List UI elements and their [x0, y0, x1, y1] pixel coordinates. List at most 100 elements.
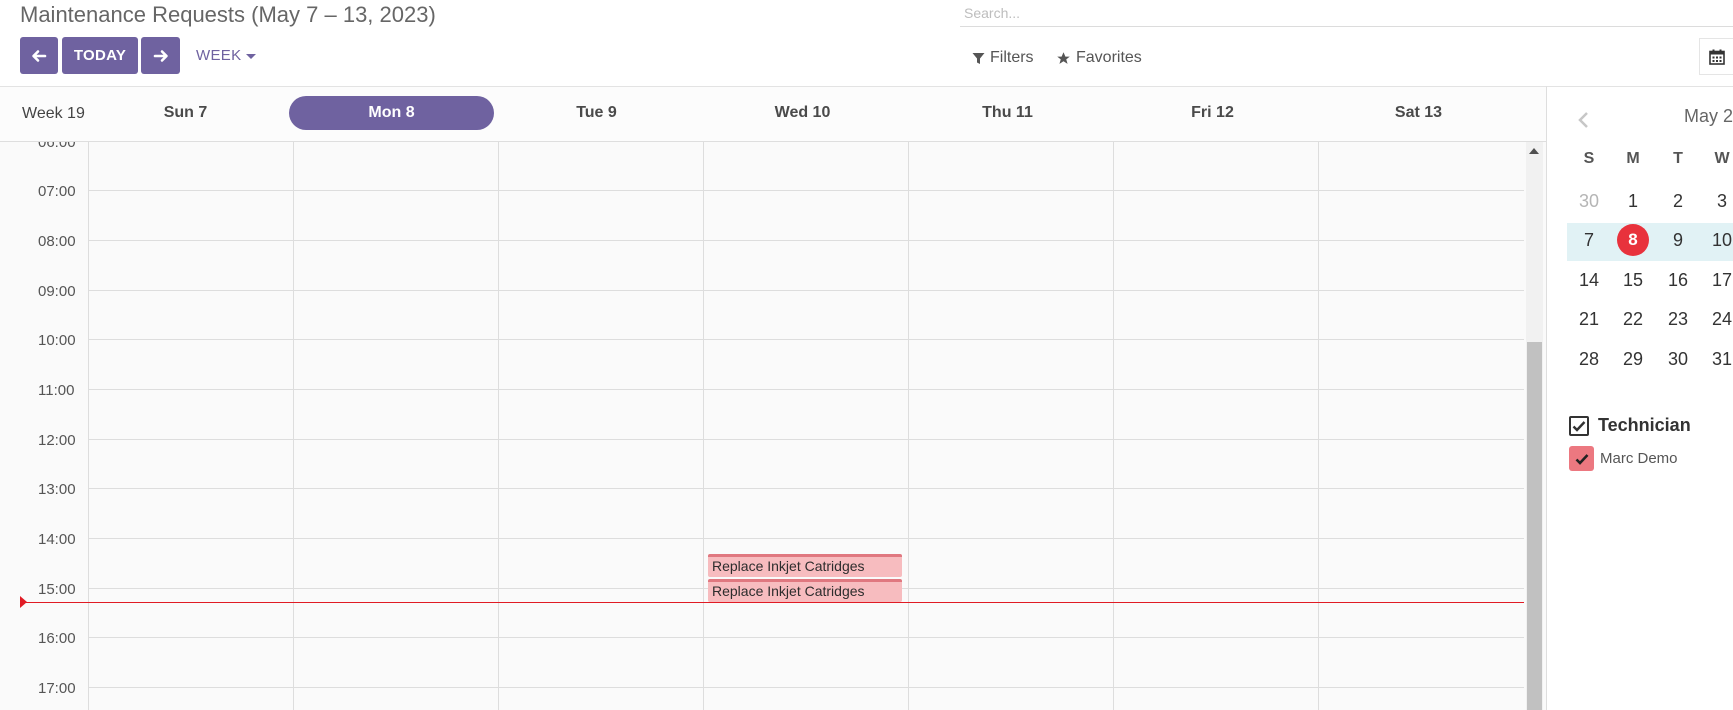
- filters-label: Filters: [990, 49, 1034, 66]
- mini-calendar-day[interactable]: 2: [1658, 191, 1698, 212]
- mini-calendar-day[interactable]: 17: [1702, 270, 1733, 291]
- chevron-left-icon: [1578, 112, 1588, 128]
- today-button[interactable]: TODAY: [62, 37, 138, 74]
- filter-icon: [972, 52, 985, 64]
- mini-calendar-day[interactable]: 29: [1613, 349, 1653, 370]
- caret-down-icon: [246, 53, 257, 59]
- hour-line: [88, 389, 1524, 390]
- day-column-divider: [1318, 142, 1319, 710]
- technician-filter-item[interactable]: Marc Demo: [1569, 446, 1678, 471]
- week-calendar: Week 19 Sun 7 Mon 8 Tue 9 Wed 10 Thu 11 …: [0, 86, 1546, 710]
- technician-name: Marc Demo: [1600, 450, 1678, 467]
- day-header[interactable]: Fri 12: [1110, 96, 1315, 130]
- hour-line: [88, 637, 1524, 638]
- mini-calendar-day[interactable]: 1: [1613, 191, 1653, 212]
- weekday-label: T: [1673, 150, 1683, 167]
- filters-button[interactable]: Filters: [972, 49, 1034, 67]
- hour-label: 06:00: [38, 142, 76, 151]
- mini-calendar-day[interactable]: 31: [1702, 349, 1733, 370]
- hour-label: 09:00: [38, 283, 76, 300]
- hour-line: [88, 240, 1524, 241]
- mini-calendar-day[interactable]: 16: [1658, 270, 1698, 291]
- page-title: Maintenance Requests (May 7 – 13, 2023): [20, 2, 436, 27]
- hour-label: 17:00: [38, 680, 76, 697]
- day-header[interactable]: Wed 10: [700, 96, 905, 130]
- calendar-view-button[interactable]: [1699, 38, 1733, 75]
- hour-line: [88, 488, 1524, 489]
- day-column-divider: [703, 142, 704, 710]
- hour-label: 08:00: [38, 233, 76, 250]
- mini-calendar-day[interactable]: 23: [1658, 309, 1698, 330]
- weekday-label: W: [1714, 150, 1730, 167]
- day-header[interactable]: Tue 9: [494, 96, 699, 130]
- mini-calendar-day[interactable]: 9: [1658, 230, 1698, 251]
- scale-label: WEEK: [196, 47, 242, 64]
- mini-calendar-day[interactable]: 28: [1569, 349, 1609, 370]
- mini-calendar-day[interactable]: 14: [1569, 270, 1609, 291]
- mini-calendar-day[interactable]: 3: [1702, 191, 1733, 212]
- hour-label: 13:00: [38, 481, 76, 498]
- mini-calendar-day[interactable]: 24: [1702, 309, 1733, 330]
- calendar-icon: [1708, 49, 1725, 65]
- mini-calendar-day[interactable]: 30: [1569, 191, 1609, 212]
- hour-label: 16:00: [38, 630, 76, 647]
- scrollbar[interactable]: [1526, 142, 1543, 710]
- mini-calendar-day[interactable]: 22: [1613, 309, 1653, 330]
- day-column-divider: [293, 142, 294, 710]
- time-grid[interactable]: 06:00 07:00 08:00 09:00 10:00 11:00 12:0…: [0, 142, 1546, 710]
- hour-label: 14:00: [38, 531, 76, 548]
- mini-calendar-selected-day[interactable]: 8: [1617, 224, 1649, 256]
- hour-label: 11:00: [38, 382, 75, 399]
- technician-group-label: Technician: [1598, 415, 1691, 435]
- mini-calendar-day[interactable]: 7: [1569, 230, 1609, 251]
- next-button[interactable]: [141, 37, 180, 74]
- hour-label: 12:00: [38, 432, 76, 449]
- day-column-divider: [88, 142, 89, 710]
- calendar-header: Week 19 Sun 7 Mon 8 Tue 9 Wed 10 Thu 11 …: [0, 86, 1546, 142]
- current-time-line: [26, 602, 1524, 603]
- arrow-left-icon: [32, 49, 47, 62]
- star-icon: [1057, 51, 1070, 64]
- calendar-event[interactable]: Replace Inkjet Catridges: [708, 579, 902, 602]
- day-header[interactable]: Sun 7: [83, 96, 288, 130]
- mini-calendar-prev-button[interactable]: [1577, 111, 1589, 134]
- current-time-marker-icon: [20, 596, 27, 608]
- search-input[interactable]: [960, 0, 1733, 27]
- scale-dropdown[interactable]: WEEK: [196, 47, 257, 64]
- hour-line: [88, 190, 1524, 191]
- day-header[interactable]: Thu 11: [905, 96, 1110, 130]
- mini-calendar-day[interactable]: 21: [1569, 309, 1609, 330]
- weekday-label: M: [1626, 150, 1640, 167]
- mini-calendar-day[interactable]: 10: [1702, 230, 1733, 251]
- scroll-up-arrow-icon[interactable]: [1529, 148, 1539, 154]
- hour-line: [88, 538, 1524, 539]
- favorites-label: Favorites: [1076, 49, 1142, 66]
- hour-line: [88, 290, 1524, 291]
- mini-calendar-day[interactable]: 30: [1658, 349, 1698, 370]
- mini-calendar-title: May 2: [1684, 106, 1733, 126]
- day-column-divider: [908, 142, 909, 710]
- hour-line: [88, 687, 1524, 688]
- technician-group-checkbox[interactable]: [1569, 415, 1589, 436]
- technician-filter-group[interactable]: Technician: [1569, 415, 1691, 436]
- scrollbar-thumb[interactable]: [1527, 342, 1542, 710]
- day-column-divider: [1113, 142, 1114, 710]
- day-header[interactable]: Sat 13: [1316, 96, 1521, 130]
- calendar-sidebar: May 2 S M T W 30 1 2 3 7 9 10 14 15 16 1…: [1546, 86, 1733, 710]
- hour-label: 15:00: [38, 581, 76, 598]
- week-number: Week 19: [22, 105, 85, 122]
- previous-button[interactable]: [20, 37, 58, 74]
- checkmark-icon: [1572, 420, 1586, 432]
- day-column-divider: [498, 142, 499, 710]
- calendar-event[interactable]: Replace Inkjet Catridges: [708, 554, 902, 577]
- hour-label: 07:00: [38, 183, 76, 200]
- favorites-button[interactable]: Favorites: [1056, 49, 1142, 67]
- hour-line: [88, 339, 1524, 340]
- hour-label: 10:00: [38, 332, 76, 349]
- mini-calendar-day[interactable]: 15: [1613, 270, 1653, 291]
- hour-line: [88, 439, 1524, 440]
- checkmark-icon: [1575, 453, 1588, 465]
- marc-demo-checkbox[interactable]: [1569, 446, 1594, 471]
- arrow-right-icon: [153, 49, 168, 62]
- day-header-today[interactable]: Mon 8: [289, 96, 494, 130]
